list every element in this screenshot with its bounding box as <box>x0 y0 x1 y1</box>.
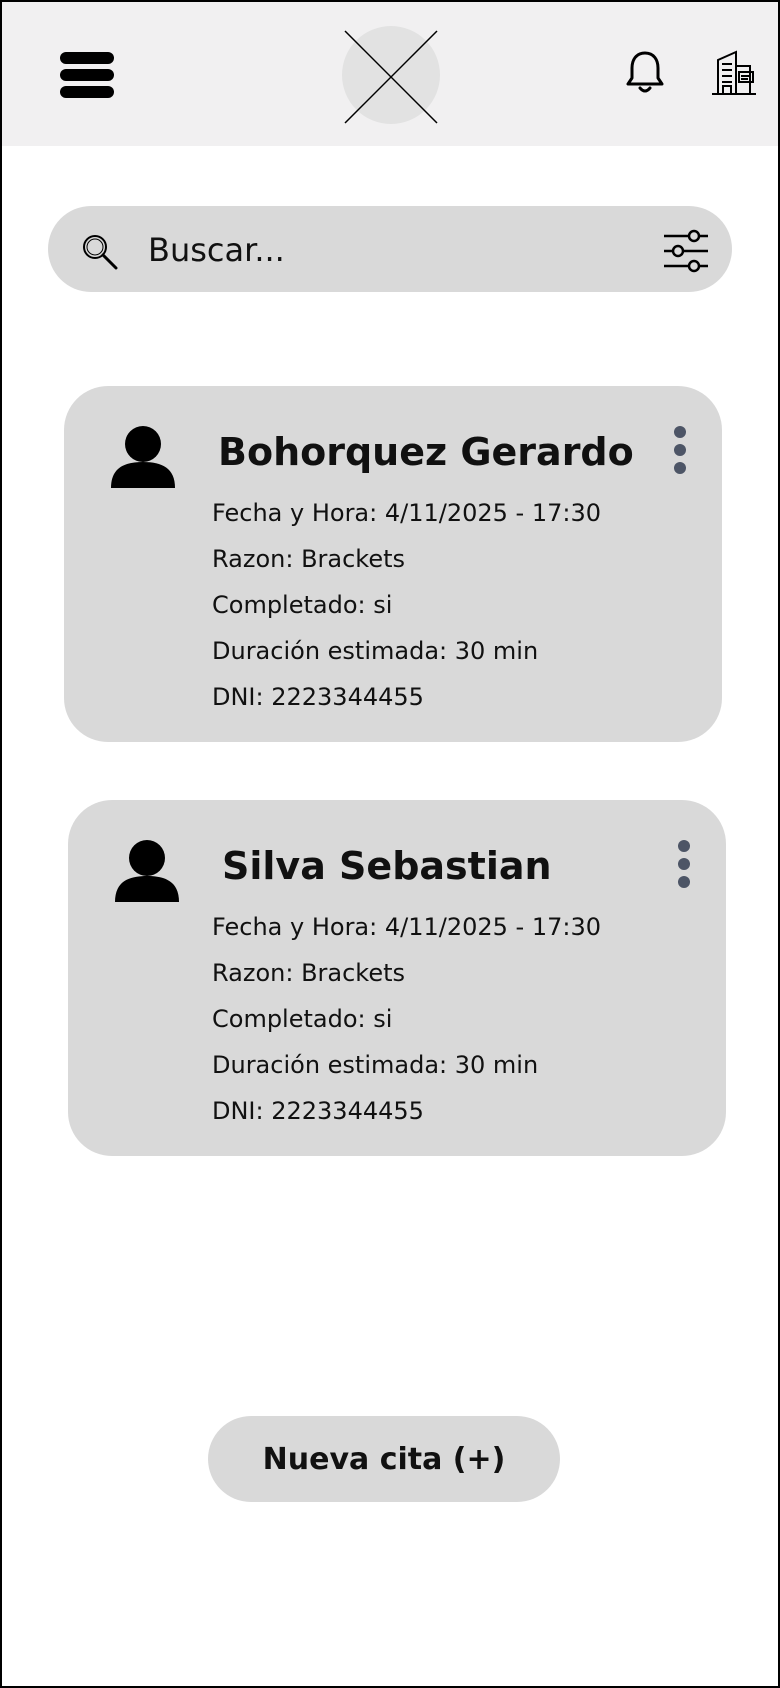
appointment-duration: Duración estimada: 30 min <box>212 1051 539 1079</box>
appointment-completed: Completado: si <box>212 591 393 619</box>
filter-icon[interactable] <box>662 228 710 274</box>
appointment-reason: Razon: Brackets <box>212 545 406 573</box>
building-icon[interactable] <box>710 50 758 96</box>
appointment-card[interactable]: Silva Sebastian Fecha y Hora: 4/11/2025 … <box>68 800 726 1156</box>
new-appointment-button[interactable]: Nueva cita (+) <box>208 1416 560 1502</box>
user-avatar-icon <box>111 426 175 488</box>
appointment-duration: Duración estimada: 30 min <box>212 637 539 665</box>
appointment-details: Fecha y Hora: 4/11/2025 - 17:30 Razon: B… <box>212 490 601 720</box>
logo-placeholder <box>342 26 440 124</box>
search-icon <box>83 235 118 270</box>
appointment-datetime: Fecha y Hora: 4/11/2025 - 17:30 <box>212 913 601 941</box>
top-bar <box>2 2 778 146</box>
appointment-datetime: Fecha y Hora: 4/11/2025 - 17:30 <box>212 499 601 527</box>
bell-icon[interactable] <box>625 50 665 96</box>
appointment-reason: Razon: Brackets <box>212 959 406 987</box>
more-options-icon[interactable] <box>676 840 692 888</box>
appointment-completed: Completado: si <box>212 1005 393 1033</box>
user-avatar-icon <box>115 840 179 902</box>
more-options-icon[interactable] <box>672 426 688 474</box>
patient-name: Bohorquez Gerardo <box>218 430 634 474</box>
hamburger-menu-icon[interactable] <box>60 52 114 98</box>
appointment-dni: DNI: 2223344455 <box>212 683 424 711</box>
search-bar <box>48 206 732 292</box>
appointment-details: Fecha y Hora: 4/11/2025 - 17:30 Razon: B… <box>212 904 601 1134</box>
appointment-dni: DNI: 2223344455 <box>212 1097 424 1125</box>
appointment-card[interactable]: Bohorquez Gerardo Fecha y Hora: 4/11/202… <box>64 386 722 742</box>
search-input[interactable] <box>146 226 590 274</box>
patient-name: Silva Sebastian <box>222 844 552 888</box>
